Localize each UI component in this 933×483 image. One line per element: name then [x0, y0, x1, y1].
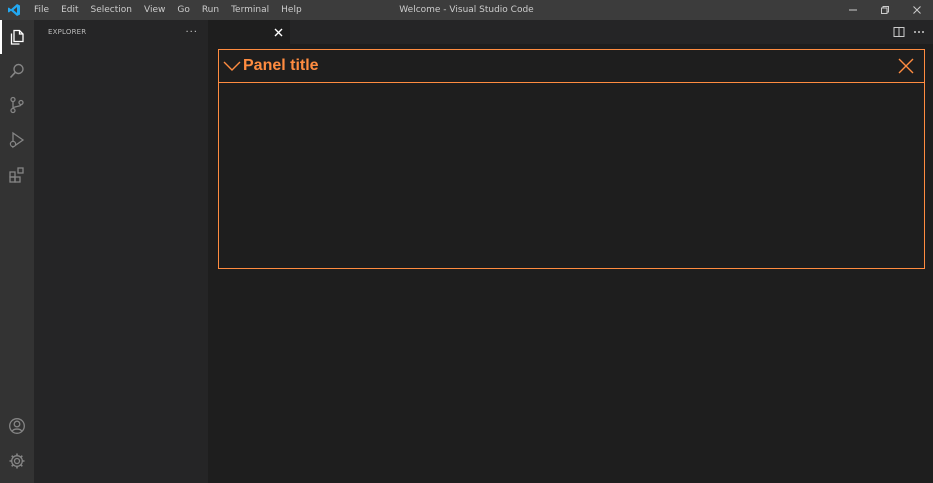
title-bar: File Edit Selection View Go Run Terminal… — [0, 0, 933, 20]
panel-header: Panel title — [219, 50, 924, 83]
sidebar-title: EXPLORER — [48, 28, 87, 36]
more-icon — [914, 30, 924, 33]
explorer-button[interactable] — [0, 20, 34, 54]
menu-terminal[interactable]: Terminal — [225, 0, 275, 20]
tab-close-button[interactable] — [272, 26, 284, 38]
tab-welcome[interactable] — [208, 20, 290, 44]
source-control-icon — [10, 96, 24, 114]
vscode-logo-icon — [0, 0, 28, 20]
menu-bar: File Edit Selection View Go Run Terminal… — [28, 0, 308, 20]
overlay-panel: Panel title — [218, 49, 925, 269]
extensions-button[interactable] — [0, 158, 34, 192]
split-editor-icon — [893, 26, 905, 37]
panel-collapse-button[interactable] — [221, 50, 243, 83]
run-debug-icon — [9, 131, 25, 149]
close-icon — [274, 28, 282, 36]
search-button[interactable] — [0, 54, 34, 88]
restore-icon — [881, 6, 889, 14]
split-editor-button[interactable] — [893, 23, 905, 42]
panel-title: Panel title — [243, 57, 319, 74]
sidebar-more-actions-button[interactable]: ··· — [185, 27, 198, 38]
menu-go[interactable]: Go — [171, 0, 195, 20]
editor-actions — [893, 20, 925, 44]
minimize-button[interactable] — [837, 0, 869, 20]
menu-help[interactable]: Help — [275, 0, 308, 20]
account-icon — [9, 418, 25, 434]
vscode-window: File Edit Selection View Go Run Terminal… — [0, 0, 933, 483]
window-controls — [837, 0, 933, 20]
restore-button[interactable] — [869, 0, 901, 20]
activity-bar — [0, 20, 34, 483]
minimize-icon — [849, 9, 857, 11]
source-control-button[interactable] — [0, 88, 34, 122]
menu-run[interactable]: Run — [196, 0, 225, 20]
accounts-button[interactable] — [0, 409, 34, 443]
manage-settings-button[interactable] — [0, 444, 34, 478]
extensions-icon — [9, 167, 24, 183]
menu-selection[interactable]: Selection — [85, 0, 138, 20]
chevron-down-icon — [223, 61, 241, 71]
menu-edit[interactable]: Edit — [55, 0, 84, 20]
panel-close-button[interactable] — [896, 56, 916, 76]
menu-file[interactable]: File — [28, 0, 55, 20]
close-icon — [913, 6, 921, 14]
menu-view[interactable]: View — [138, 0, 171, 20]
close-window-button[interactable] — [901, 0, 933, 20]
sidebar-header: EXPLORER ··· — [34, 20, 208, 44]
run-debug-button[interactable] — [0, 123, 34, 157]
settings-gear-icon — [9, 453, 25, 469]
search-icon — [9, 63, 24, 79]
panel-body — [219, 84, 924, 268]
files-icon — [10, 29, 24, 45]
more-actions-button[interactable] — [913, 23, 925, 42]
close-icon — [898, 58, 914, 74]
explorer-sidebar: EXPLORER ··· — [34, 20, 208, 483]
tab-bar — [208, 20, 933, 44]
